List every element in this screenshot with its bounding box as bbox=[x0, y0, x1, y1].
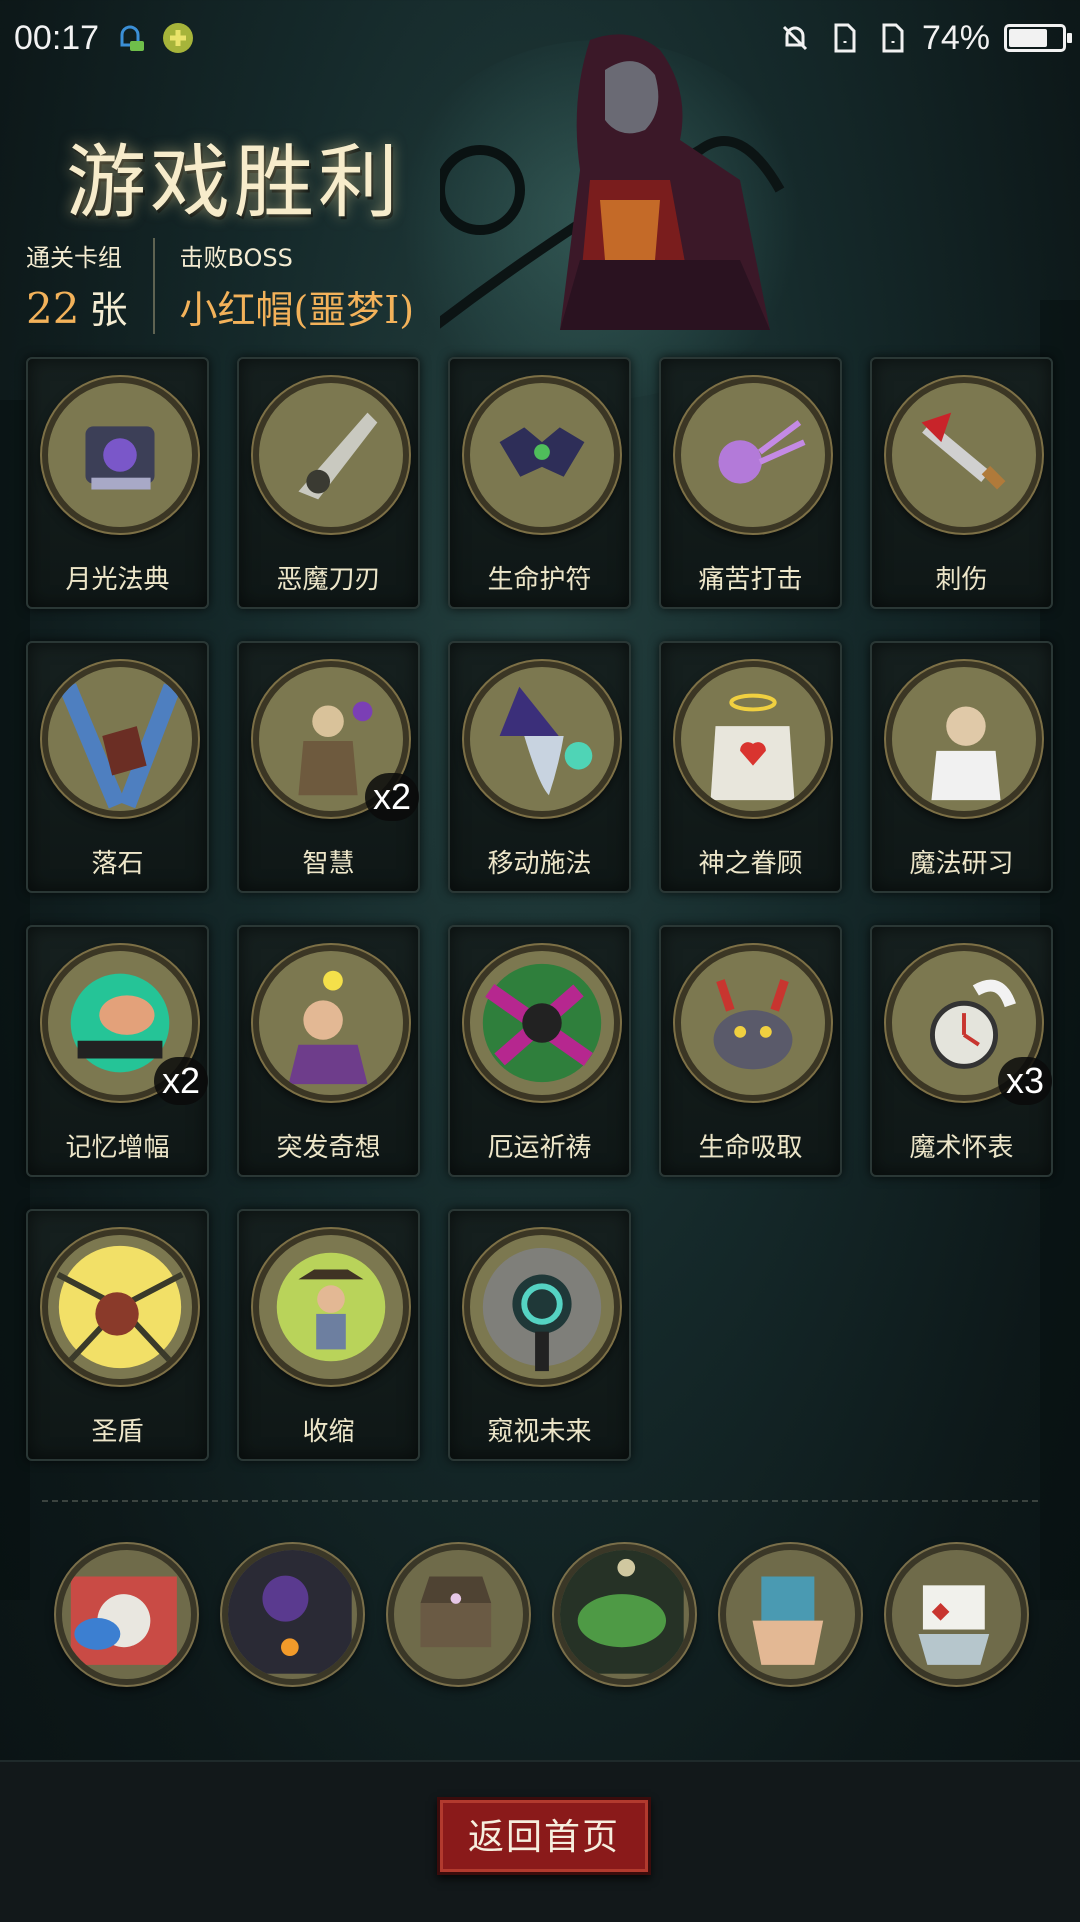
scholar-icon bbox=[886, 661, 1042, 817]
wizard-icon bbox=[464, 661, 620, 817]
card-tile[interactable]: 月光法典 bbox=[26, 357, 209, 609]
shrink-cowboy-icon bbox=[253, 1229, 409, 1385]
card-name: 魔术怀表 bbox=[909, 1133, 1014, 1163]
card-name: 恶魔刀刃 bbox=[276, 565, 381, 595]
music-box-relic-icon[interactable] bbox=[388, 1544, 529, 1685]
card-name: 移动施法 bbox=[487, 849, 592, 879]
card-name: 智慧 bbox=[302, 849, 355, 879]
deck-card-grid: 月光法典 恶魔刀刃 生命护符 痛苦打击 刺伤落石 x2 智慧 移动施法 神之眷顾 魔法研习 x2 记忆… bbox=[26, 357, 1053, 1461]
deck-unit: 张 bbox=[89, 288, 128, 332]
card-tile[interactable]: x2 记忆增幅 bbox=[26, 925, 209, 1177]
victory-title: 游戏胜利 bbox=[66, 136, 402, 229]
card-tile[interactable]: 窥视未来 bbox=[448, 1209, 631, 1461]
demon-blade-icon bbox=[253, 377, 409, 533]
status-time: 00:17 bbox=[14, 18, 100, 57]
battery-level-fill bbox=[1009, 29, 1047, 47]
boss-label: 击败BOSS bbox=[179, 244, 293, 272]
card-tile[interactable]: 收缩 bbox=[237, 1209, 420, 1461]
spellbook-icon bbox=[42, 377, 198, 533]
card-tile[interactable]: 生命护符 bbox=[448, 357, 631, 609]
section-divider bbox=[42, 1500, 1038, 1502]
card-tile[interactable]: 落石 bbox=[26, 641, 209, 893]
card-tile[interactable]: 生命吸取 bbox=[659, 925, 842, 1177]
card-tile[interactable]: 厄运祈祷 bbox=[448, 925, 631, 1177]
demon-beast-icon bbox=[675, 945, 831, 1101]
deck-stat: 通关卡组 22 张 bbox=[26, 238, 153, 334]
deck-label: 通关卡组 bbox=[26, 244, 122, 272]
card-name: 刺伤 bbox=[935, 565, 988, 595]
card-name: 记忆增幅 bbox=[65, 1133, 170, 1163]
falling-rock-icon bbox=[42, 661, 198, 817]
idea-bulb-icon bbox=[253, 945, 409, 1101]
spiral-eye-icon bbox=[464, 1229, 620, 1385]
card-count-badge: x2 bbox=[154, 1057, 208, 1105]
relic-row bbox=[56, 1544, 1027, 1685]
plus-circle-icon bbox=[161, 21, 195, 55]
card-name: 落石 bbox=[91, 849, 144, 879]
card-tile[interactable]: 突发奇想 bbox=[237, 925, 420, 1177]
deck-count: 22 bbox=[26, 284, 80, 333]
card-name: 圣盾 bbox=[91, 1417, 144, 1447]
dark-prayer-icon bbox=[464, 945, 620, 1101]
card-tile[interactable]: 神之眷顾 bbox=[659, 641, 842, 893]
playing-cards-relic-icon[interactable] bbox=[886, 1544, 1027, 1685]
rabbit-relic-icon[interactable] bbox=[56, 1544, 197, 1685]
boss-name: 小红帽(噩梦I) bbox=[179, 288, 415, 332]
card-tile[interactable]: 圣盾 bbox=[26, 1209, 209, 1461]
card-name: 月光法典 bbox=[65, 565, 170, 595]
card-name: 痛苦打击 bbox=[698, 565, 803, 595]
notification-app-icon bbox=[113, 21, 147, 55]
card-tile[interactable]: x2 智慧 bbox=[237, 641, 420, 893]
card-count-badge: x3 bbox=[998, 1057, 1052, 1105]
card-tile[interactable]: 恶魔刀刃 bbox=[237, 357, 420, 609]
card-tile[interactable]: x3 魔术怀表 bbox=[870, 925, 1053, 1177]
header-stats: 通关卡组 22 张 击败BOSS 小红帽(噩梦I) bbox=[26, 238, 440, 334]
deck-value: 22 张 bbox=[26, 279, 127, 334]
boss-stat: 击败BOSS 小红帽(噩梦I) bbox=[153, 238, 440, 334]
bat-amulet-icon bbox=[464, 377, 620, 533]
card-name: 厄运祈祷 bbox=[487, 1133, 592, 1163]
card-count-badge: x2 bbox=[365, 773, 419, 821]
card-name: 生命吸取 bbox=[698, 1133, 803, 1163]
return-home-button[interactable]: 返回首页 bbox=[437, 1797, 651, 1875]
card-tile[interactable]: 魔法研习 bbox=[870, 641, 1053, 893]
card-name: 突发奇想 bbox=[276, 1133, 381, 1163]
card-name: 魔法研习 bbox=[909, 849, 1014, 879]
card-name: 神之眷顾 bbox=[698, 849, 803, 879]
skull-strike-icon bbox=[675, 377, 831, 533]
green-specter-relic-icon[interactable] bbox=[554, 1544, 695, 1685]
card-hand-relic-icon[interactable] bbox=[720, 1544, 861, 1685]
ghost-lantern-relic-icon[interactable] bbox=[222, 1544, 363, 1685]
card-tile[interactable]: 刺伤 bbox=[870, 357, 1053, 609]
card-name: 窥视未来 bbox=[487, 1417, 592, 1447]
card-name: 收缩 bbox=[302, 1417, 355, 1447]
card-name: 生命护符 bbox=[487, 565, 592, 595]
card-tile[interactable]: 移动施法 bbox=[448, 641, 631, 893]
battery-icon bbox=[1004, 24, 1072, 52]
holy-shield-icon bbox=[42, 1229, 198, 1385]
boss-illustration bbox=[440, 34, 785, 330]
angel-heart-icon bbox=[675, 661, 831, 817]
card-tile[interactable]: 痛苦打击 bbox=[659, 357, 842, 609]
dagger-icon bbox=[886, 377, 1042, 533]
